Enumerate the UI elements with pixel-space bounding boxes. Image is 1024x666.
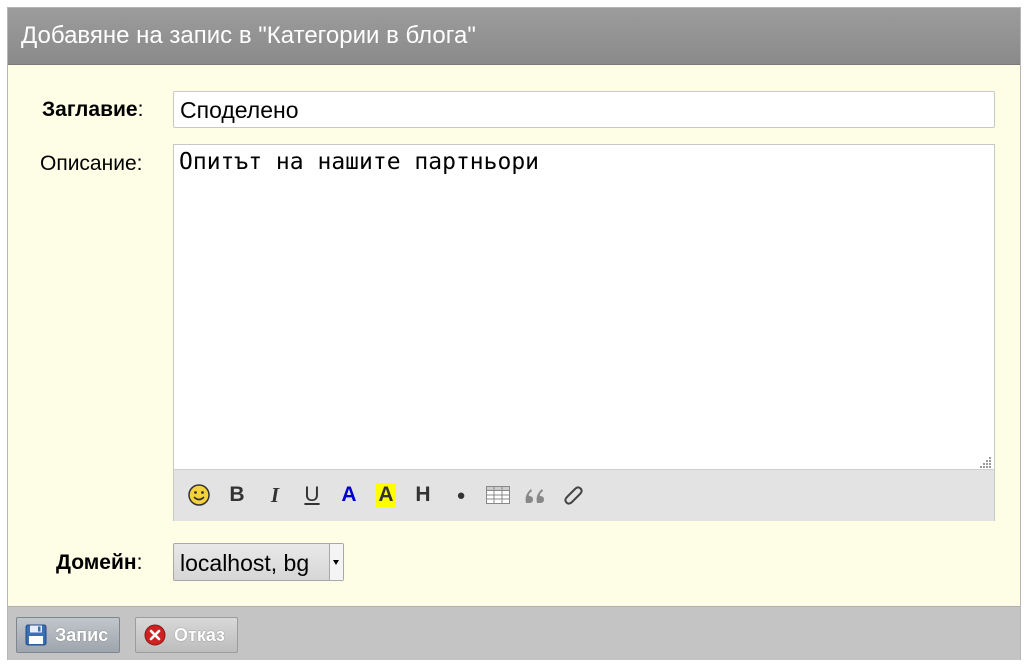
smiley-icon[interactable] (185, 481, 213, 509)
highlight-button-label: A (376, 483, 396, 507)
attachment-icon[interactable] (559, 481, 587, 509)
dialog-title-bar[interactable]: Добавяне на запис в "Категории в блога" (8, 8, 1020, 65)
title-input-value: Споделено (180, 97, 299, 123)
heading-button-label: H (415, 483, 431, 506)
domain-label: Домейн (56, 551, 137, 574)
description-label: Описание (40, 152, 137, 175)
dialog: Добавяне на запис в "Категории в блога" … (7, 7, 1021, 660)
title-label-colon: : (137, 98, 144, 121)
save-icon (25, 624, 47, 646)
italic-button[interactable]: I (261, 481, 289, 509)
bullet-button-label: ● (456, 486, 466, 504)
text-color-button-label: A (341, 483, 357, 506)
text-color-button[interactable]: A (335, 481, 363, 509)
save-button-label: Запис (55, 624, 109, 645)
table-icon[interactable] (484, 481, 512, 509)
description-textarea[interactable]: Опитът на нашите партньори (174, 145, 994, 469)
heading-button[interactable]: H (409, 481, 437, 509)
quote-icon[interactable] (521, 481, 549, 509)
dialog-footer: Запис Отказ (8, 606, 1020, 660)
domain-select-value: localhost, bg (180, 550, 310, 576)
title-label: Заглавие (42, 98, 138, 121)
underline-button[interactable]: U (298, 481, 326, 509)
chevron-down-icon[interactable] (329, 544, 343, 580)
title-input[interactable]: Споделено (173, 91, 995, 128)
bold-button-label: B (229, 483, 245, 506)
title-label-row: Заглавие: (42, 98, 143, 122)
italic-button-label: I (270, 482, 280, 507)
resize-grip-icon[interactable] (980, 456, 992, 468)
cancel-icon (144, 624, 166, 646)
save-button[interactable]: Запис (16, 617, 120, 653)
underline-button-label: U (304, 483, 320, 506)
highlight-button[interactable]: A (372, 481, 400, 509)
domain-select[interactable]: localhost, bg (173, 543, 344, 581)
domain-label-colon: : (136, 551, 143, 574)
dialog-title: Добавяне на запис в "Категории в блога" (21, 22, 476, 49)
description-editor: Опитът на нашите партньори B I U A A H ● (173, 144, 995, 521)
bold-button[interactable]: B (223, 481, 251, 509)
cancel-button[interactable]: Отказ (135, 617, 238, 653)
domain-label-row: Домейн: (56, 551, 142, 575)
description-label-colon: : (136, 152, 143, 175)
description-label-row: Описание: (40, 152, 142, 176)
editor-toolbar: B I U A A H ● (174, 469, 994, 521)
cancel-button-label: Отказ (174, 624, 226, 645)
bullet-button[interactable]: ● (447, 481, 475, 509)
